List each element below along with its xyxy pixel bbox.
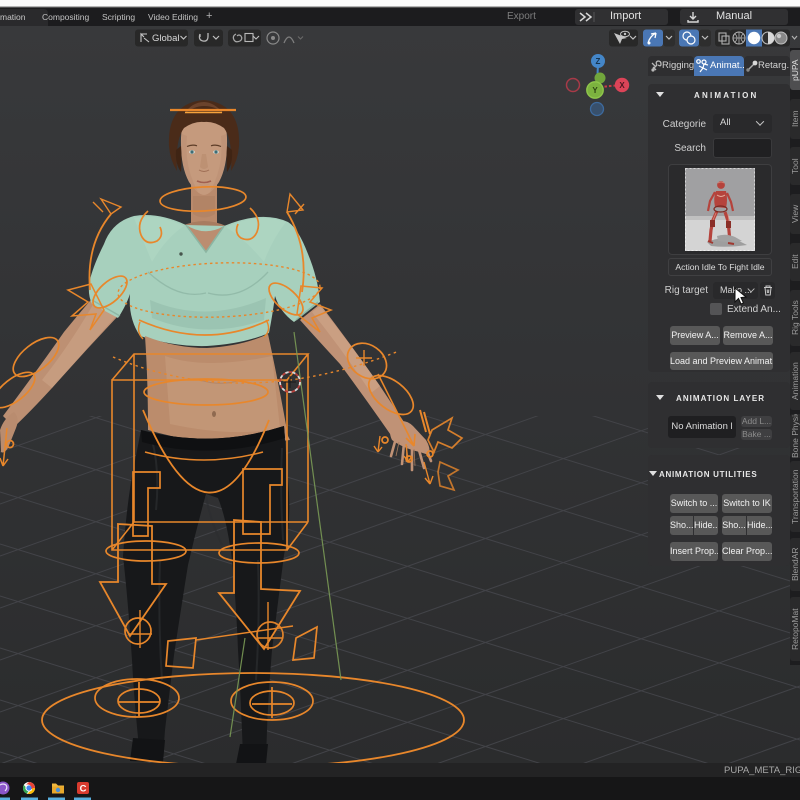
svg-text:Global: Global — [152, 33, 179, 44]
svg-text:Y: Y — [592, 86, 598, 95]
svg-text:Z: Z — [596, 57, 601, 66]
svg-text:X: X — [619, 81, 625, 90]
svg-text:C: C — [80, 784, 87, 795]
